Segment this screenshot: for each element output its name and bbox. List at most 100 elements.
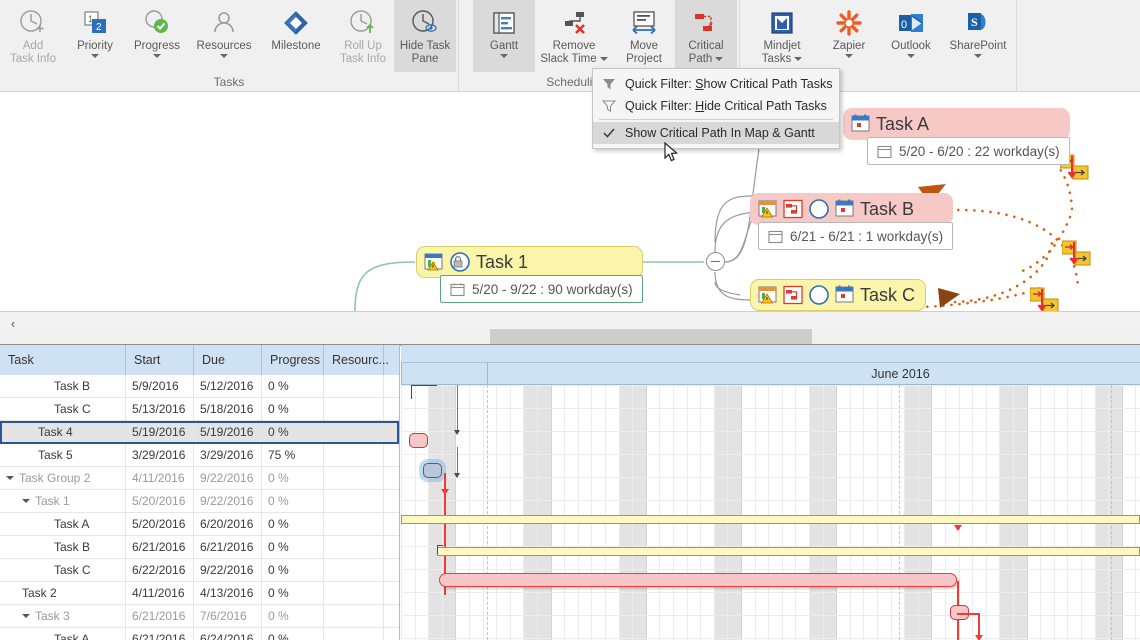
gantt-day-gridline <box>1067 385 1069 640</box>
map-node-task-a-header[interactable]: Task A <box>843 108 1070 140</box>
gantt-weekend-band <box>428 385 442 640</box>
menu-item-show-critical-path-in-map-gantt[interactable]: Show Critical Path In Map & Gantt <box>593 122 839 144</box>
add-task-info-button[interactable]: Add Task Info <box>2 0 64 72</box>
table-row[interactable]: Task B 6/21/2016 6/21/2016 0 % <box>0 536 399 559</box>
table-row[interactable]: Task 1 5/20/2016 9/22/2016 0 % <box>0 490 399 513</box>
table-cell-name: Task C <box>0 398 126 420</box>
gantt-label: Gantt <box>489 40 519 52</box>
priority-button[interactable]: 12 Priority <box>64 0 126 72</box>
mindjet-tasks-button[interactable]: Mindjet Tasks <box>746 0 818 72</box>
gantt-header-months: June 2016 <box>401 363 1140 385</box>
menu-item-quick-filter-show[interactable]: Quick Filter: Show Critical Path Tasks <box>593 73 839 95</box>
outlook-button[interactable]: 0 Outlook <box>880 0 942 72</box>
gantt-day-gridline <box>822 385 824 640</box>
sharepoint-button[interactable]: S SharePoint <box>942 0 1014 72</box>
chevron-down-icon[interactable] <box>907 54 915 58</box>
mind-map-canvas[interactable]: Task 1 5/20 - 9/22 : 90 workday(s) Task … <box>0 92 1140 311</box>
progress-button[interactable]: Progress <box>126 0 188 72</box>
map-node-task-a-dates[interactable]: 5/20 - 6/20 : 22 workday(s) <box>867 137 1070 165</box>
table-row[interactable]: Task A 6/21/2016 6/24/2016 0 % <box>0 628 399 640</box>
table-row[interactable]: Task 5 3/29/2016 3/29/2016 75 % <box>0 444 399 467</box>
chevron-down-icon[interactable] <box>220 54 228 58</box>
map-node-task-1[interactable]: Task 1 5/20 - 9/22 : 90 workday(s) <box>416 246 643 303</box>
gantt-milestone[interactable] <box>409 433 428 448</box>
column-header-task[interactable]: Task <box>0 345 126 375</box>
expander-triangle-icon[interactable] <box>6 476 14 480</box>
table-row[interactable]: Task C 6/22/2016 9/22/2016 0 % <box>0 559 399 582</box>
gantt-day-gridline <box>727 385 729 640</box>
table-row[interactable]: Task A 5/20/2016 6/20/2016 0 % <box>0 513 399 536</box>
column-header-progress[interactable]: Progress <box>262 345 324 375</box>
map-node-task-a-title: Task A <box>876 113 930 134</box>
gantt-summary-bar[interactable] <box>437 547 1140 556</box>
map-scrollbar-thumb[interactable] <box>490 329 812 344</box>
map-node-task-b-dates[interactable]: 6/21 - 6/21 : 1 workday(s) <box>758 222 954 250</box>
column-header-due[interactable]: Due <box>194 345 262 375</box>
milestone-button[interactable]: Milestone <box>260 0 332 72</box>
collapse-toggle-button[interactable] <box>706 252 725 271</box>
resources-label: Resources <box>196 40 252 52</box>
gantt-critical-arrow <box>440 489 449 495</box>
table-cell-res <box>324 467 384 489</box>
chevron-down-icon[interactable] <box>794 57 803 62</box>
column-header-start[interactable]: Start <box>126 345 194 375</box>
task-grid[interactable]: Task Start Due Progress Resourc... Task … <box>0 345 400 640</box>
map-node-task-1-dates[interactable]: 5/20 - 9/22 : 90 workday(s) <box>440 275 643 303</box>
table-cell-due: 9/22/2016 <box>194 559 262 581</box>
chevron-down-icon[interactable] <box>91 54 99 58</box>
table-row[interactable]: Task 4 5/19/2016 5/19/2016 0 % <box>0 421 399 444</box>
hide-task-pane-button[interactable]: Hide Task Pane <box>394 0 456 72</box>
ribbon-group-label-tasks: Tasks <box>213 75 245 89</box>
gantt-chart[interactable]: June 2016 <box>401 345 1140 640</box>
gantt-summary-bar[interactable] <box>401 515 1140 524</box>
task-name-label: Task 5 <box>38 448 73 462</box>
table-row[interactable]: Task C 5/13/2016 5/18/2016 0 % <box>0 398 399 421</box>
chevron-down-icon[interactable] <box>715 57 724 62</box>
menu-label-quick-filter-hide: Quick Filter: Hide Critical Path Tasks <box>625 99 827 113</box>
map-node-task-c[interactable]: Task C <box>750 279 927 311</box>
expander-triangle-icon[interactable] <box>22 614 30 618</box>
map-node-task-c-header[interactable]: Task C <box>750 279 927 311</box>
map-node-task-a[interactable]: Task A 5/20 - 6/20 : 22 workday(s) <box>843 108 1070 165</box>
dependency-badge-icon[interactable] <box>1062 240 1096 268</box>
chevron-down-icon[interactable] <box>599 57 608 62</box>
expander-triangle-icon[interactable] <box>22 499 30 503</box>
map-node-task-1-header[interactable]: Task 1 <box>416 246 643 278</box>
map-node-task-c-title: Task C <box>860 284 916 305</box>
map-horizontal-scrollbar[interactable] <box>0 329 1140 345</box>
critical-path-button[interactable]: Critical Path <box>675 0 737 72</box>
dependency-badge-icon[interactable] <box>1030 287 1064 311</box>
zapier-button[interactable]: Zapier <box>818 0 880 72</box>
gantt-milestone-selected[interactable] <box>423 463 442 478</box>
table-row[interactable]: Task Group 2 4/11/2016 9/22/2016 0 % <box>0 467 399 490</box>
move-project-button[interactable]: Move Project <box>613 0 675 72</box>
gantt-day-gridline <box>809 385 810 640</box>
table-cell-name: Task 2 <box>0 582 126 604</box>
table-cell-due: 5/18/2016 <box>194 398 262 420</box>
table-row[interactable]: Task 2 4/11/2016 4/13/2016 0 % <box>0 582 399 605</box>
roll-up-task-info-button[interactable]: Roll Up Task Info <box>332 0 394 72</box>
gantt-button[interactable]: Gantt <box>473 0 535 72</box>
gantt-day-gridline <box>713 385 715 640</box>
gantt-body[interactable] <box>401 385 1140 640</box>
gantt-weekend-band <box>523 385 537 640</box>
gantt-day-gridline <box>1094 385 1096 640</box>
table-cell-due: 6/21/2016 <box>194 536 262 558</box>
resources-button[interactable]: Resources <box>188 0 260 72</box>
column-header-resources[interactable]: Resourc... <box>324 345 389 375</box>
chevron-down-icon[interactable] <box>500 54 508 58</box>
chevron-down-icon[interactable] <box>974 54 982 58</box>
table-row[interactable]: Task B 5/9/2016 5/12/2016 0 % <box>0 375 399 398</box>
gantt-day-gridline <box>537 385 538 640</box>
map-node-task-b[interactable]: Task B 6/21 - 6/21 : 1 workday(s) <box>750 193 954 250</box>
chevron-down-icon[interactable] <box>153 54 161 58</box>
table-cell-res <box>324 398 384 420</box>
menu-item-quick-filter-hide[interactable]: Quick Filter: Hide Critical Path Tasks <box>593 95 839 117</box>
map-node-task-b-header[interactable]: Task B <box>750 193 954 225</box>
hide-task-pane-label-2: Pane <box>411 53 439 65</box>
table-cell-progress: 0 % <box>262 628 324 640</box>
table-row[interactable]: Task 3 6/21/2016 7/6/2016 0 % <box>0 605 399 628</box>
remove-slack-time-button[interactable]: Remove Slack Time <box>535 0 613 72</box>
chevron-down-icon[interactable] <box>845 54 853 58</box>
gantt-bar-task-a[interactable] <box>439 573 957 587</box>
